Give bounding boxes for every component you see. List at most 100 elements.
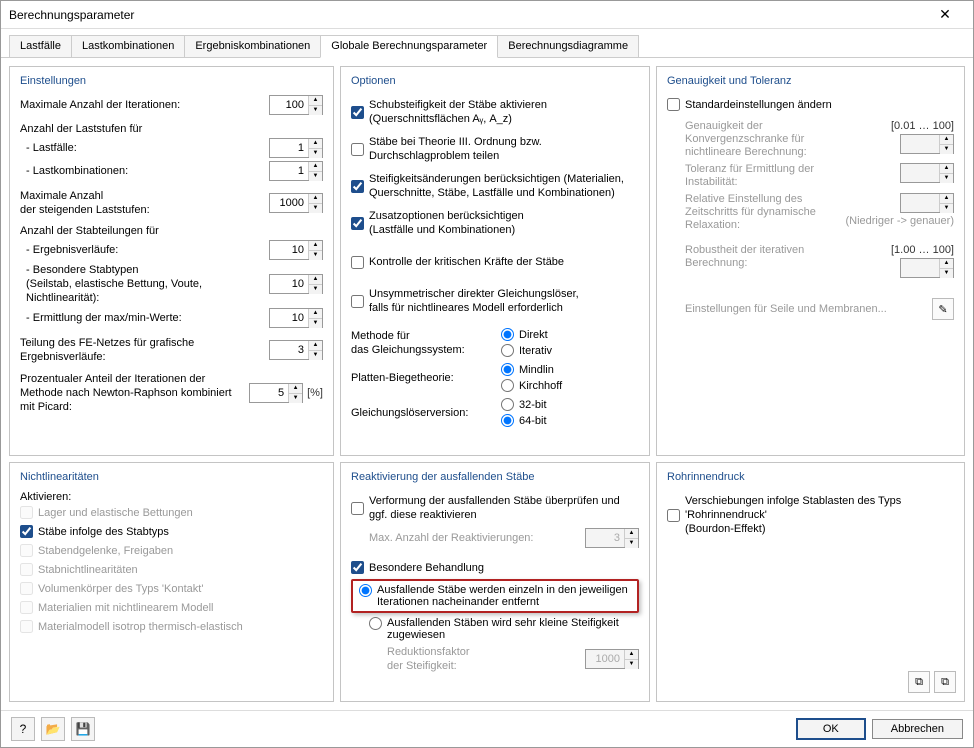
label-fe-mesh: Teilung des FE-Netzes für grafische Erge… [20,336,269,364]
tab-lastkombinationen[interactable]: Lastkombinationen [71,35,185,57]
chk-pipe-displacements[interactable]: Verschiebungen infolge Stablasten des Ty… [667,494,954,536]
label-robustness: Robustheit der iterativen Berechnung: [685,244,883,270]
dialog-window: Berechnungsparameter ✕ Lastfälle Lastkom… [0,0,974,748]
panel-title-nonlin: Nichtlinearitäten [20,471,323,483]
radio-solver-64[interactable]: 64-bit [501,414,547,427]
ok-button[interactable]: OK [796,718,866,740]
spinner-load-combos[interactable]: ▲▼ [269,161,323,181]
label-max-iter: Maximale Anzahl der Iterationen: [20,99,269,111]
spinner-load-cases[interactable]: ▲▼ [269,138,323,158]
spinner-special-types[interactable]: ▲▼ [269,274,323,294]
spinner-fe-mesh[interactable]: ▲▼ [269,340,323,360]
panel-title-optionen: Optionen [351,75,639,87]
chk-shear-stiffness[interactable]: Schubsteifigkeit der Stäbe aktivieren (Q… [351,98,547,126]
tab-berechnungsdiagramme[interactable]: Berechnungsdiagramme [497,35,639,57]
label-divisions: Anzahl der Stabteilungen für [20,225,323,237]
radio-remove-individually[interactable]: Ausfallende Stäbe werden einzeln in den … [359,584,628,608]
radio-plate-mindlin[interactable]: Mindlin [501,363,562,376]
chk-std-settings-change[interactable]: Standardeinstellungen ändern [667,98,832,111]
panel-einstellungen: Einstellungen Maximale Anzahl der Iterat… [9,66,334,456]
hint-robust-range: [1.00 … 100] [891,244,954,256]
label-convergence: Genauigkeit der Konvergenzschranke für n… [685,120,883,159]
label-load-steps: Anzahl der Laststufen für [20,123,323,135]
radio-method-direct[interactable]: Direkt [501,328,552,341]
folder-icon: 📂 [46,722,61,736]
bottom-bar: ? 📂 💾 OK Abbrechen [1,710,973,747]
radio-solver-32[interactable]: 32-bit [501,398,547,411]
spinner-res-courses[interactable]: ▲▼ [269,240,323,260]
radio-plate-kirchhoff[interactable]: Kirchhoff [501,379,562,392]
panel-title-pipe: Rohrinnendruck [667,471,954,483]
chk-check-deformation[interactable]: Verformung der ausfallenden Stäbe überpr… [351,494,620,522]
panel-tolerance: Genauigkeit und Toleranz Standardeinstel… [656,66,965,456]
save-icon: 💾 [76,722,91,736]
spinner-maxmin[interactable]: ▲▼ [269,308,323,328]
tab-lastfaelle[interactable]: Lastfälle [9,35,72,57]
spinner-picard[interactable]: ▲▼ [249,383,303,403]
chk-theory-3[interactable]: Stäbe bei Theorie III. Ordnung bzw. Durc… [351,135,542,163]
spinner-relaxation: ▲▼ [900,193,954,213]
cancel-button[interactable]: Abbrechen [872,719,963,739]
label-load-cases: Lastfälle: [20,142,269,154]
open-button[interactable]: 📂 [41,717,65,741]
panel-nonlinearities: Nichtlinearitäten Aktivieren: Lager und … [9,462,334,702]
chk-extra-options[interactable]: Zusatzoptionen berücksichtigen (Lastfäll… [351,209,524,237]
spinner-convergence: ▲▼ [900,134,954,154]
panel-reactivation: Reaktivierung der ausfallenden Stäbe Ver… [340,462,650,702]
help-button[interactable]: ? [11,717,35,741]
spinner-max-rising[interactable]: ▲▼ [269,193,323,213]
edit-icon: ✎ [938,303,947,316]
label-maxmin: Ermittlung der max/min-Werte: [20,312,269,324]
spinner-max-react: ▲▼ [585,528,639,548]
paste-icon: ⧉ [941,676,949,689]
panel-optionen: Optionen Schubsteifigkeit der Stäbe akti… [340,66,650,456]
radio-method-iterative[interactable]: Iterativ [501,344,552,357]
chk-solids: Volumenkörper des Typs 'Kontakt' [20,582,203,595]
label-eq-method: Methode für das Gleichungssystem: [351,329,491,357]
radio-small-stiffness[interactable]: Ausfallenden Stäben wird sehr kleine Ste… [369,617,619,641]
help-icon: ? [20,722,27,736]
hint-conv-range: [0.01 … 100] [891,120,954,132]
chk-stiffness-changes[interactable]: Steifigkeitsänderungen berücksichtigen (… [351,172,624,200]
paste-params-button[interactable]: ⧉ [934,671,956,693]
panel-title-tolerance: Genauigkeit und Toleranz [667,75,954,87]
tab-globale-berechnungsparameter[interactable]: Globale Berechnungsparameter [320,35,498,58]
label-max-react: Max. Anzahl der Reaktivierungen: [369,532,585,544]
cable-settings-button[interactable]: ✎ [932,298,954,320]
content-area: Einstellungen Maximale Anzahl der Iterat… [1,58,973,710]
label-special-types: Besondere Stabtypen (Seilstab, elastisch… [20,263,269,305]
spinner-max-iter[interactable]: ▲▼ [269,95,323,115]
save-button[interactable]: 💾 [71,717,95,741]
label-picard: Prozentualer Anteil der Iterationen der … [20,372,249,414]
chk-bearings: Lager und elastische Bettungen [20,506,193,519]
chk-member-nl: Stabnichtlinearitäten [20,563,138,576]
chk-member-type[interactable]: Stäbe infolge des Stabtyps [20,525,169,538]
window-title: Berechnungsparameter [9,8,134,22]
label-activate: Aktivieren: [20,491,323,503]
highlight-remove-option: Ausfallende Stäbe werden einzeln in den … [351,579,639,613]
hint-relaxation: (Niedriger -> genauer) [845,215,954,227]
label-plate-theory: Platten-Biegetheorie: [351,372,491,384]
titlebar: Berechnungsparameter ✕ [1,1,973,29]
chk-special-treatment[interactable]: Besondere Behandlung [351,561,484,574]
chk-critical-forces[interactable]: Kontrolle der kritischen Kräfte der Stäb… [351,255,564,269]
chk-thermal: Materialmodell isotrop thermisch-elastis… [20,620,243,633]
spinner-instability: ▲▼ [900,163,954,183]
copy-params-button[interactable]: ⧉ [908,671,930,693]
chk-unsym-solver[interactable]: Unsymmetrischer direkter Gleichungslöser… [351,287,579,315]
label-max-rising: Maximale Anzahl der steigenden Laststufe… [20,189,269,217]
spinner-reduction: ▲▼ [585,649,639,669]
tab-ergebniskombinationen[interactable]: Ergebniskombinationen [184,35,321,57]
panel-pipe-pressure: Rohrinnendruck Verschiebungen infolge St… [656,462,965,702]
copy-icon: ⧉ [915,676,923,689]
close-button[interactable]: ✕ [925,5,965,25]
tab-bar: Lastfälle Lastkombinationen Ergebniskomb… [1,29,973,58]
chk-materials-nl: Materialien mit nichtlinearem Modell [20,601,213,614]
label-res-courses: Ergebnisverläufe: [20,244,269,256]
chk-end-hinges: Stabendgelenke, Freigaben [20,544,173,557]
unit-picard: [%] [307,387,323,399]
label-reduction: Reduktionsfaktor der Steifigkeit: [387,645,585,673]
label-cable-settings: Einstellungen für Seile und Membranen... [685,303,932,315]
label-instability: Toleranz für Ermittlung der Instabilität… [685,163,892,189]
label-solver-version: Gleichungslöserversion: [351,407,491,419]
